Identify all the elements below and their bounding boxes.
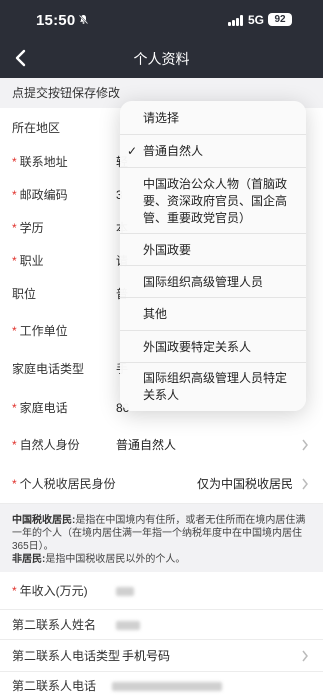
field-label: 第二联系人电话类型 xyxy=(12,649,121,663)
page-title: 个人资料 xyxy=(133,51,190,67)
status-bar: 15:50 5G 92 xyxy=(0,0,323,40)
field-label: 家庭电话类型 xyxy=(12,362,85,376)
option-intl-org-executive-associate[interactable]: 国际组织高级管理人员特定关系人 xyxy=(120,363,306,411)
required-mark: * xyxy=(12,438,17,452)
option-foreign-pep-associate[interactable]: 外国政要特定关系人 xyxy=(120,331,306,363)
nonresident-text: 是指中国税收居民以外的个人。 xyxy=(45,554,186,565)
option-label: 外国政要特定关系人 xyxy=(143,340,252,354)
option-label: 国际组织高级管理人员特定关系人 xyxy=(143,371,288,402)
required-mark: * xyxy=(12,221,17,235)
nonresident-definition: 非居民:是指中国税收居民以外的个人。 xyxy=(12,553,311,566)
field-natural-person-identity[interactable]: * 自然人身份 普通自然人 xyxy=(0,425,323,465)
chevron-right-icon xyxy=(301,438,309,452)
option-ordinary-person[interactable]: ✓ 普通自然人 xyxy=(120,135,306,168)
field-value: 仅为中国税收居民 xyxy=(196,477,293,491)
field-label: * 个人税收居民身份 xyxy=(12,477,116,491)
identity-picker-dropdown[interactable]: 请选择 ✓ 普通自然人 中国政治公众人物（首脑政要、资深政府官员、国企高管、重要… xyxy=(120,101,306,411)
required-mark: * xyxy=(12,584,17,598)
resident-definition: 中国税收居民:是指在中国境内有住所，或者无住所而在境内居住满一年的个人（在境内居… xyxy=(12,514,311,553)
signal-icon xyxy=(228,15,244,26)
field-label: 第二联系人姓名 xyxy=(12,618,97,632)
option-foreign-pep[interactable]: 外国政要 xyxy=(120,234,306,266)
field-second-contact-name[interactable]: 第二联系人姓名 xyxy=(0,610,323,640)
option-label: 普通自然人 xyxy=(143,144,204,158)
field-second-contact-phone[interactable]: 第二联系人电话 xyxy=(0,672,323,700)
required-mark: * xyxy=(12,477,17,491)
required-mark: * xyxy=(12,155,17,169)
required-mark: * xyxy=(12,401,17,415)
field-label: * 年收入(万元) xyxy=(12,584,88,598)
nav-bar: 个人资料 xyxy=(0,40,323,78)
option-please-select[interactable]: 请选择 xyxy=(120,101,306,135)
option-label: 国际组织高级管理人员 xyxy=(143,275,264,289)
battery-indicator: 92 xyxy=(268,13,292,26)
chevron-right-icon xyxy=(301,649,309,663)
blurred-value xyxy=(116,610,140,640)
option-label: 其他 xyxy=(143,307,168,321)
required-mark: * xyxy=(12,188,17,202)
tax-residency-explanation: 中国税收居民:是指在中国境内有住所，或者无住所而在境内居住满一年的个人（在境内居… xyxy=(0,508,323,570)
required-mark: * xyxy=(12,254,17,268)
nonresident-title: 非居民: xyxy=(12,554,46,565)
field-value: 普通自然人 xyxy=(116,438,177,452)
clock: 15:50 xyxy=(36,12,76,29)
field-label: * 工作单位 xyxy=(12,324,68,338)
field-label: 第二联系人电话 xyxy=(12,679,97,693)
field-tax-residency[interactable]: * 个人税收居民身份 仅为中国税收居民 xyxy=(0,464,323,504)
chevron-right-icon xyxy=(301,477,309,491)
option-other[interactable]: 其他 xyxy=(120,298,306,331)
resident-title: 中国税收居民: xyxy=(12,515,76,526)
mute-bell-icon xyxy=(78,14,89,28)
option-intl-org-executive[interactable]: 国际组织高级管理人员 xyxy=(120,266,306,298)
field-label: * 家庭电话 xyxy=(12,401,68,415)
option-label: 外国政要 xyxy=(143,243,192,257)
network-type: 5G xyxy=(248,13,265,27)
required-mark: * xyxy=(12,324,17,338)
field-second-contact-phone-type[interactable]: 第二联系人电话类型 手机号码 xyxy=(0,640,323,672)
checkmark-icon: ✓ xyxy=(127,144,138,158)
option-pep-china[interactable]: 中国政治公众人物（首脑政要、资深政府官员、国企高管、重要政党官员） xyxy=(120,168,306,234)
field-annual-income[interactable]: * 年收入(万元) xyxy=(0,572,323,610)
field-label: 职位 xyxy=(12,287,37,301)
field-label: * 自然人身份 xyxy=(12,438,80,452)
option-label: 中国政治公众人物（首脑政要、资深政府官员、国企高管、重要政党官员） xyxy=(143,177,288,225)
blurred-value xyxy=(112,672,222,700)
blurred-value xyxy=(116,572,134,610)
app-header: 15:50 5G 92 个人资料 xyxy=(0,0,323,78)
option-label: 请选择 xyxy=(143,111,180,125)
field-value: 手机号码 xyxy=(122,649,171,663)
